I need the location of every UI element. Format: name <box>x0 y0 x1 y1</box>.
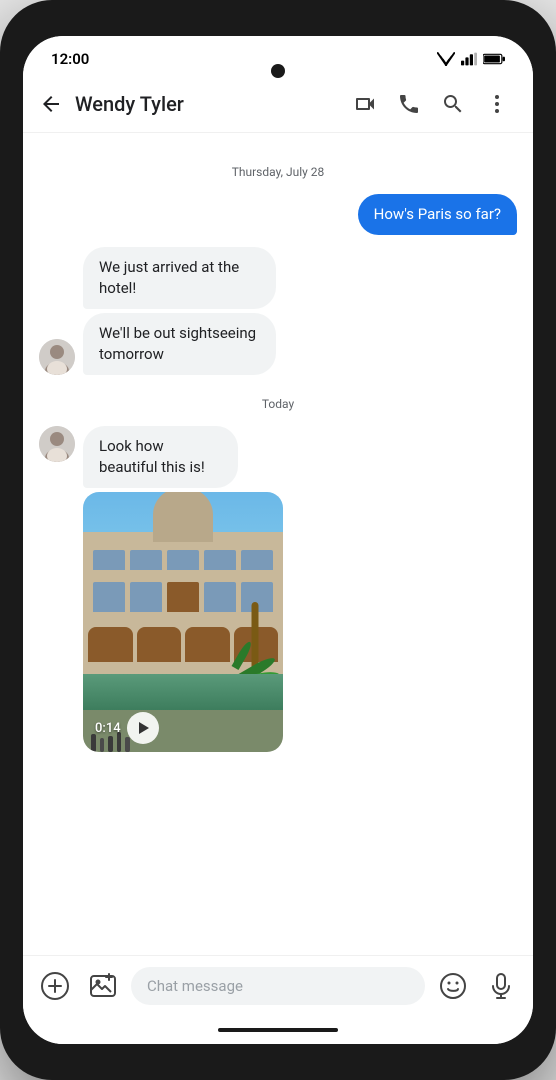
window <box>204 582 236 612</box>
search-button[interactable] <box>433 84 473 124</box>
back-button[interactable] <box>31 84 71 124</box>
phone-icon <box>397 92 421 116</box>
arch <box>185 627 230 662</box>
more-options-button[interactable] <box>477 84 517 124</box>
window-arch <box>167 582 199 612</box>
bubble-stack-incoming: We just arrived at the hotel! We'll be o… <box>83 247 341 375</box>
chat-area: Thursday, July 28 How's Paris so far? <box>23 133 533 955</box>
header-actions <box>345 84 517 124</box>
search-icon <box>441 92 465 116</box>
battery-icon <box>483 52 505 66</box>
media-button[interactable] <box>83 966 123 1006</box>
date-divider-today: Today <box>39 393 517 412</box>
home-indicator <box>23 1016 533 1044</box>
bubble-outgoing-1: How's Paris so far? <box>358 194 517 235</box>
arch <box>88 627 133 662</box>
signal-icon <box>461 52 477 66</box>
phone-screen: 12:00 <box>23 36 533 1044</box>
microphone-button[interactable] <box>481 966 521 1006</box>
back-arrow-icon <box>39 92 63 116</box>
window <box>130 582 162 612</box>
message-input[interactable]: Chat message <box>131 967 425 1005</box>
bubble-incoming-2: We'll be out sightseeing tomorrow <box>83 313 276 375</box>
more-vertical-icon <box>485 92 509 116</box>
message-incoming-group-1: We just arrived at the hotel! We'll be o… <box>39 247 517 375</box>
status-icons <box>437 52 505 66</box>
avatar-wendy-2 <box>39 426 75 462</box>
microphone-icon <box>487 972 515 1000</box>
plus-circle-icon <box>41 972 69 1000</box>
window <box>93 550 125 570</box>
image-plus-icon <box>89 972 117 1000</box>
phone-frame: 12:00 <box>0 0 556 1080</box>
phone-call-button[interactable] <box>389 84 429 124</box>
play-button[interactable] <box>127 712 159 744</box>
window <box>167 550 199 570</box>
window <box>204 550 236 570</box>
date-divider-thursday: Thursday, July 28 <box>39 161 517 180</box>
avatar-wendy <box>39 339 75 375</box>
window <box>93 582 125 612</box>
wifi-icon <box>437 52 455 66</box>
message-outgoing-1: How's Paris so far? <box>39 194 517 235</box>
input-placeholder: Chat message <box>147 977 243 995</box>
status-time: 12:00 <box>51 50 89 68</box>
window <box>130 550 162 570</box>
arch <box>137 627 182 662</box>
contact-name: Wendy Tyler <box>75 92 345 116</box>
video-message[interactable]: 0:14 <box>83 492 283 752</box>
emoji-icon <box>439 972 467 1000</box>
status-bar: 12:00 <box>23 36 533 76</box>
dome <box>153 492 213 542</box>
windows-row-1 <box>93 550 273 570</box>
avatar-image <box>39 339 75 375</box>
bubble-incoming-today-text: Look how beautiful this is! <box>83 426 238 488</box>
add-attachment-button[interactable] <box>35 966 75 1006</box>
windows-row-2 <box>93 582 273 612</box>
avatar-image-2 <box>39 426 75 462</box>
app-header: Wendy Tyler <box>23 76 533 133</box>
video-overlay: 0:14 <box>95 712 159 744</box>
video-duration: 0:14 <box>95 721 121 736</box>
play-triangle-icon <box>139 722 149 734</box>
bubble-stack-today: Look how beautiful this is! <box>83 426 289 752</box>
window <box>241 550 273 570</box>
home-bar <box>218 1028 338 1032</box>
emoji-button[interactable] <box>433 966 473 1006</box>
message-incoming-today: Look how beautiful this is! <box>39 426 517 752</box>
water <box>83 674 283 714</box>
video-call-button[interactable] <box>345 84 385 124</box>
video-camera-icon <box>353 92 377 116</box>
bubble-incoming-1: We just arrived at the hotel! <box>83 247 276 309</box>
bottom-bar: Chat message <box>23 955 533 1016</box>
camera-notch <box>271 64 285 78</box>
